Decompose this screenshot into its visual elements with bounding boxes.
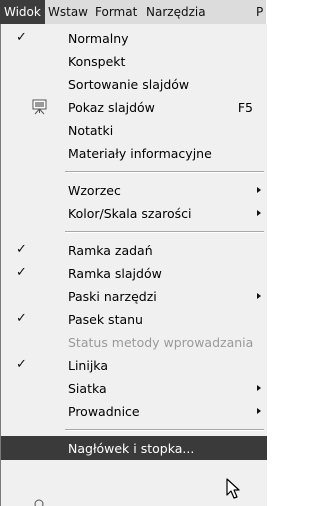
submenu-arrow-icon — [257, 385, 261, 391]
menu-item-ramka-slajdow[interactable]: ✓ Ramka slajdów — [1, 263, 267, 284]
menu-widok[interactable]: Widok — [0, 0, 45, 24]
checkmark-icon: ✓ — [16, 265, 27, 280]
menu-item-label: Paski narzędzi — [68, 289, 157, 304]
menu-item-label: Materiały informacyjne — [68, 146, 212, 161]
menu-item-label: Ramka zadań — [68, 243, 153, 258]
menu-item-label: Siatka — [68, 381, 107, 396]
submenu-arrow-icon — [257, 210, 261, 216]
menu-item-normalny[interactable]: ✓ Normalny — [1, 28, 267, 49]
submenu-arrow-icon — [257, 408, 261, 414]
menu-format[interactable]: Format — [91, 0, 141, 24]
slideshow-icon — [31, 99, 49, 115]
menu-item-kolor-skala-szarosci[interactable]: Kolor/Skala szarości — [1, 203, 267, 224]
menu-narzedzia[interactable]: Narzędzia — [142, 0, 210, 24]
menu-item-siatka[interactable]: Siatka — [1, 378, 267, 399]
menu-item-label: Linijka — [68, 358, 108, 373]
widok-dropdown-menu: ✓ Normalny Konspekt Sortowanie slajdów P… — [0, 24, 267, 506]
menu-item-naglowek-i-stopka[interactable]: Nagłówek i stopka... — [1, 436, 267, 460]
menu-item-wzorzec[interactable]: Wzorzec — [1, 180, 267, 201]
menu-item-label: Normalny — [68, 31, 129, 46]
checkmark-icon: ✓ — [16, 311, 27, 326]
menu-item-pasek-stanu[interactable]: ✓ Pasek stanu — [1, 309, 267, 330]
menu-item-label: Notatki — [68, 123, 114, 138]
menu-item-label: Prowadnice — [68, 404, 140, 419]
menu-item-sortowanie-slajdow[interactable]: Sortowanie slajdów — [1, 74, 267, 95]
menu-item-materialy-informacyjne[interactable]: Materiały informacyjne — [1, 143, 267, 164]
menu-item-pokaz-slajdow[interactable]: Pokaz slajdów F5 — [1, 97, 267, 118]
submenu-arrow-icon — [257, 187, 261, 193]
menu-item-label: Nagłówek i stopka... — [68, 441, 195, 456]
checkmark-icon: ✓ — [16, 357, 27, 372]
menu-item-notatki[interactable]: Notatki — [1, 120, 267, 141]
menu-item-label: Sortowanie slajdów — [68, 77, 190, 92]
partial-icon — [34, 499, 44, 506]
mouse-pointer-icon — [226, 478, 240, 499]
menu-item-label: Pokaz slajdów — [68, 100, 155, 115]
menu-item-label: Wzorzec — [68, 183, 121, 198]
menu-wstaw[interactable]: Wstaw — [44, 0, 92, 24]
menu-item-label: Status metody wprowadzania — [68, 335, 254, 350]
checkmark-icon: ✓ — [16, 30, 27, 45]
menu-bar: Widok Wstaw Format Narzędzia P — [0, 0, 266, 25]
menu-separator — [65, 231, 264, 233]
menu-item-konspekt[interactable]: Konspekt — [1, 51, 267, 72]
menu-item-label: Kolor/Skala szarości — [68, 206, 192, 221]
submenu-arrow-icon — [257, 293, 261, 299]
menu-separator — [65, 429, 264, 431]
menu-item-linijka[interactable]: ✓ Linijka — [1, 355, 267, 376]
menu-item-paski-narzedzi[interactable]: Paski narzędzi — [1, 286, 267, 307]
menu-item-ramka-zadan[interactable]: ✓ Ramka zadań — [1, 240, 267, 261]
checkmark-icon: ✓ — [16, 242, 27, 257]
menu-item-status-metody-wprowadzania: Status metody wprowadzania — [1, 332, 267, 353]
menu-item-label: Konspekt — [68, 54, 126, 69]
menu-item-prowadnice[interactable]: Prowadnice — [1, 401, 267, 422]
shortcut-label: F5 — [237, 100, 253, 115]
menu-item-label: Pasek stanu — [68, 312, 143, 327]
menu-separator — [65, 171, 264, 173]
menu-item-label: Ramka slajdów — [68, 266, 162, 281]
menu-more[interactable]: P — [252, 0, 267, 24]
